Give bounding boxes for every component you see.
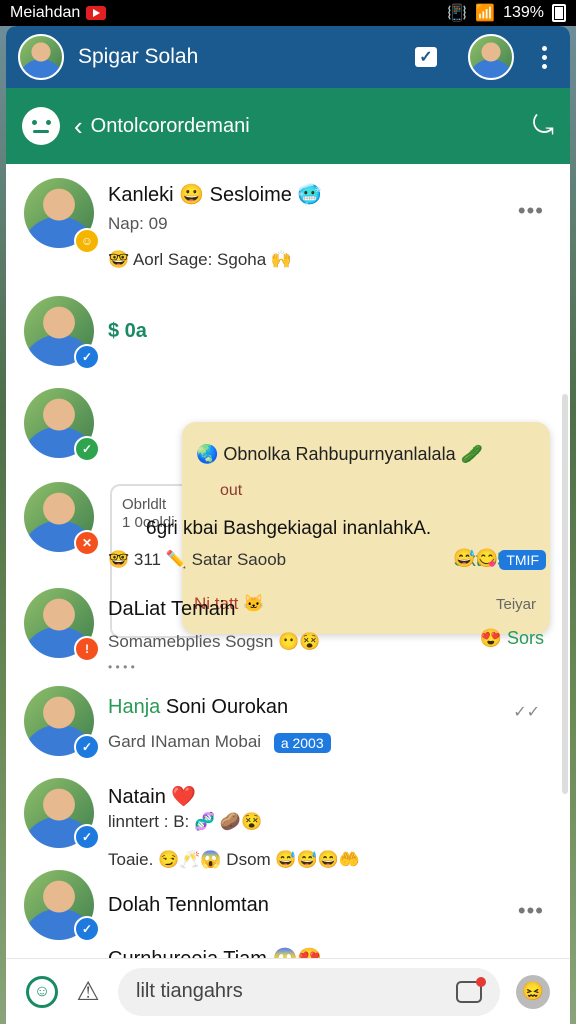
more-icon[interactable]: ••• bbox=[518, 198, 544, 224]
popup-body: 6gri kbai Bashgekiagal inanlahkA. bbox=[146, 518, 432, 539]
verified-badge: ✓ bbox=[74, 916, 100, 942]
chat-chip: a 2003 bbox=[273, 732, 331, 753]
checkbox-icon: ✓ bbox=[415, 47, 437, 67]
chat-badge-text: $ 0a bbox=[108, 320, 147, 342]
typing-indicator: • • • • bbox=[108, 660, 135, 674]
chat-name-highlight: Hanja bbox=[108, 696, 161, 718]
status-badge: ! bbox=[74, 636, 100, 662]
conversation-title: Ontolcorordemani bbox=[90, 114, 250, 137]
back-chevron-icon[interactable]: ‹ bbox=[74, 111, 83, 142]
header-title: Spigar Solah bbox=[78, 45, 199, 68]
chat-preview: Toaie. 😏🥂😱 Dsom 😅😅😄🤲 bbox=[108, 850, 361, 869]
popup-title: 🌏 Obnolka Rahbupurnyanlalala 🥒 bbox=[196, 444, 483, 464]
chat-name: Hanja Soni Ourokan bbox=[108, 696, 288, 719]
nfc-icon: 📳 bbox=[447, 5, 468, 22]
reaction-emoji: 😍 bbox=[479, 628, 502, 648]
chat-sub: linntert : B: 🧬 🥔😵 bbox=[108, 812, 263, 831]
bottom-bar: ☺ ⚠ lilt tiangahrs 😖 bbox=[6, 958, 570, 1024]
search-placeholder: lilt tiangahrs bbox=[136, 980, 243, 1002]
branch-icon[interactable]: ⤿ bbox=[532, 110, 554, 142]
app-header: Spigar Solah ✓ bbox=[6, 26, 570, 88]
alert-icon[interactable]: ⚠ bbox=[74, 976, 102, 1008]
menu-button[interactable] bbox=[530, 43, 558, 71]
battery-percent: 139% bbox=[503, 4, 544, 21]
popup-subtitle: out bbox=[220, 482, 243, 499]
chat-item[interactable]: ☺ Kanleki 😀 Sesloime 🥶 Nap: 09 ••• 🤓 Aor… bbox=[6, 164, 570, 274]
emoji-picker-icon[interactable]: 😖 bbox=[516, 974, 550, 1009]
scrollbar[interactable] bbox=[562, 394, 568, 794]
search-input[interactable]: lilt tiangahrs bbox=[118, 967, 500, 1016]
chat-item[interactable]: ! DaLiat Temain Somamebplies Sogsn 😶😵 😍 … bbox=[6, 584, 570, 680]
chat-name-rest: Soni Ourokan bbox=[160, 696, 289, 718]
emoji-badge: ☺ bbox=[74, 228, 100, 254]
kebab-icon bbox=[541, 45, 547, 69]
chat-name: Kanleki 😀 Sesloime 🥶 bbox=[108, 184, 323, 206]
contact-avatar[interactable] bbox=[468, 34, 514, 80]
chat-time: Nap: 09 bbox=[108, 214, 168, 233]
chat-item[interactable]: ✓ Natain ❤️ linntert : B: 🧬 🥔😵 Toaie. 😏🥂… bbox=[6, 776, 570, 876]
select-button[interactable]: ✓ bbox=[412, 43, 440, 71]
chat-name: Dolah Tennlomtan bbox=[108, 894, 269, 916]
reaction: 😍 Sors bbox=[480, 628, 544, 649]
conversation-header: ‹ Ontolcorordemani ⤿ bbox=[6, 88, 570, 164]
chat-preview: 🤓 Aorl Sage: Sgoha 🙌 bbox=[108, 250, 293, 269]
more-icon[interactable]: ••• bbox=[518, 898, 544, 924]
carrier-label: Meiahdan bbox=[10, 4, 81, 21]
bot-icon[interactable] bbox=[22, 107, 60, 145]
chat-item[interactable]: ✓ Hanja Soni Ourokan Gard INaman Mobai a… bbox=[6, 682, 570, 772]
wifi-icon: 📶 bbox=[475, 5, 496, 22]
verified-badge: ✓ bbox=[74, 824, 100, 850]
chat-preview: 🤓 311 ✏️ Satar Saoob bbox=[108, 550, 287, 569]
camera-icon[interactable] bbox=[456, 976, 486, 1003]
delivered-icon: ✓✓ bbox=[513, 704, 540, 721]
chat-list: ☺ Kanleki 😀 Sesloime 🥶 Nap: 09 ••• 🤓 Aor… bbox=[6, 164, 570, 998]
verified-badge: ✓ bbox=[74, 344, 100, 370]
youtube-icon bbox=[86, 6, 107, 20]
profile-avatar[interactable] bbox=[18, 34, 64, 80]
check-badge: ✓ bbox=[74, 436, 100, 462]
chat-item[interactable]: ✓ $ 0a bbox=[6, 296, 570, 376]
smiley-icon[interactable]: ☺ bbox=[26, 975, 58, 1008]
chat-name: Natain ❤️ bbox=[108, 786, 197, 808]
chat-preview-row[interactable]: 🤓 311 ✏️ Satar Saoob 😅😋 TMIF bbox=[6, 546, 570, 576]
app-window: Spigar Solah ✓ ‹ Ontolcorordemani ⤿ ☺ Ka… bbox=[6, 26, 570, 1024]
reaction-text: Sors bbox=[506, 628, 544, 648]
chat-name: DaLiat Temain bbox=[108, 598, 236, 620]
chat-preview-wrap: Gard INaman Mobai a 2003 bbox=[108, 732, 331, 753]
battery-icon bbox=[552, 4, 566, 22]
chat-preview: Somamebplies Sogsn 😶😵 bbox=[108, 632, 321, 651]
verified-badge: ✓ bbox=[74, 734, 100, 760]
chat-preview: Gard INaman Mobai bbox=[108, 732, 262, 751]
status-left: Meiahdan bbox=[10, 4, 107, 22]
chip-wrap: TMIF bbox=[491, 550, 546, 570]
status-right: 📳 📶 139% bbox=[447, 3, 566, 23]
chat-chip: TMIF bbox=[499, 550, 546, 570]
status-bar: Meiahdan 📳 📶 139% bbox=[0, 0, 576, 26]
